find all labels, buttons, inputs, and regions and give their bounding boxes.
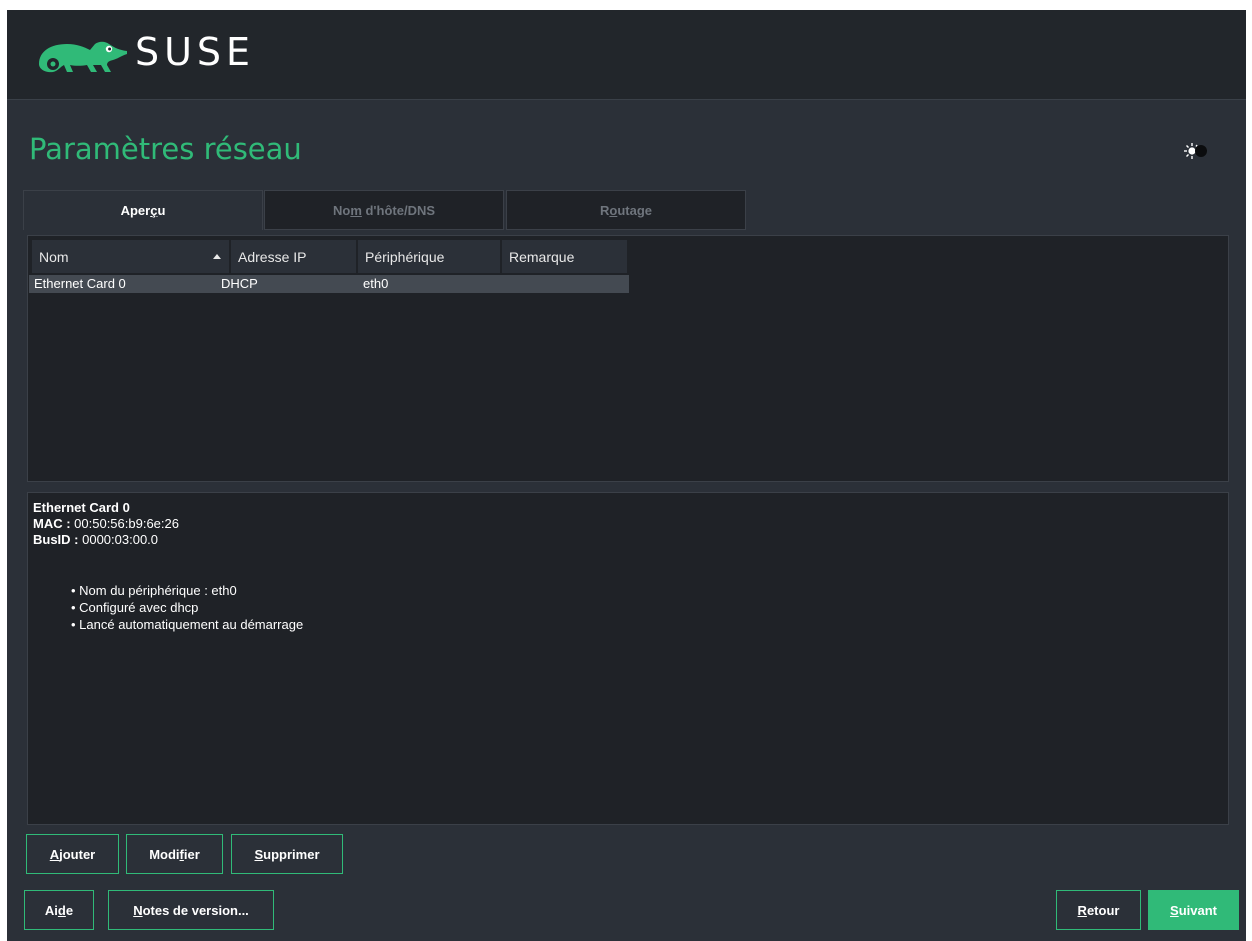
mac-value: 00:50:56:b9:6e:26 — [70, 516, 179, 531]
table-row[interactable]: Ethernet Card 0 DHCP eth0 — [29, 275, 629, 293]
edit-button[interactable]: Modi f ier — [126, 834, 223, 874]
tab-label: Routage — [599, 202, 652, 218]
detail-title: Ethernet Card 0 — [33, 500, 130, 515]
column-label: Périphérique — [365, 248, 445, 265]
busid-line: BusID : 0000:03:00.0 — [33, 532, 158, 547]
network-cards-table[interactable]: Nom Adresse IP Périphérique Remarque Eth… — [27, 235, 1229, 482]
suse-chameleon-icon — [39, 41, 127, 73]
column-header-nom[interactable]: Nom — [32, 240, 229, 273]
card-details-panel: Ethernet Card 0 MAC : 00:50:56:b9:6e:26 … — [27, 492, 1229, 825]
tab-hostname-dns[interactable]: Nom d'hôte/DNS — [264, 190, 504, 230]
brand-name: SUSE — [135, 30, 256, 74]
page-title: Paramètres réseau — [29, 132, 302, 166]
sort-ascending-icon — [213, 254, 221, 259]
header-bar: SUSE — [7, 10, 1246, 100]
busid-label: BusID : — [33, 532, 79, 547]
tab-label: Aperçu — [120, 203, 166, 218]
release-notes-button[interactable]: Notes de version... — [108, 890, 274, 930]
cell-ip: DHCP — [221, 276, 258, 291]
theme-toggle-icon[interactable] — [1182, 141, 1212, 161]
column-label: Nom — [39, 248, 69, 265]
detail-bullets: Nom du périphérique : eth0 Configuré ave… — [71, 582, 303, 633]
cell-device: eth0 — [363, 276, 389, 291]
column-header-remark[interactable]: Remarque — [502, 240, 627, 273]
installer-window: SUSE Paramètres réseau Aperçu Nom d'hôte… — [7, 10, 1246, 941]
cell-nom: Ethernet Card 0 — [34, 276, 126, 291]
tab-label: Nom d'hôte/DNS — [332, 202, 436, 218]
list-item: Nom du périphérique : eth0 — [71, 582, 303, 599]
delete-button[interactable]: Supprimer — [231, 834, 343, 874]
column-label: Adresse IP — [238, 248, 307, 265]
help-button[interactable]: Ai d e — [24, 890, 94, 930]
tab-apercu[interactable]: Aperçu — [23, 190, 263, 230]
mac-line: MAC : 00:50:56:b9:6e:26 — [33, 516, 179, 531]
back-button[interactable]: Retour — [1056, 890, 1141, 930]
tab-routage[interactable]: Routage — [506, 190, 746, 230]
column-label: Remarque — [509, 248, 575, 265]
list-item: Configuré avec dhcp — [71, 599, 303, 616]
mac-label: MAC : — [33, 516, 71, 531]
column-header-ip[interactable]: Adresse IP — [231, 240, 356, 273]
add-button[interactable]: Ajouter — [26, 834, 119, 874]
busid-value: 0000:03:00.0 — [78, 532, 159, 547]
list-item: Lancé automatiquement au démarrage — [71, 616, 303, 633]
column-header-device[interactable]: Périphérique — [358, 240, 500, 273]
next-button[interactable]: Suivant — [1148, 890, 1239, 930]
